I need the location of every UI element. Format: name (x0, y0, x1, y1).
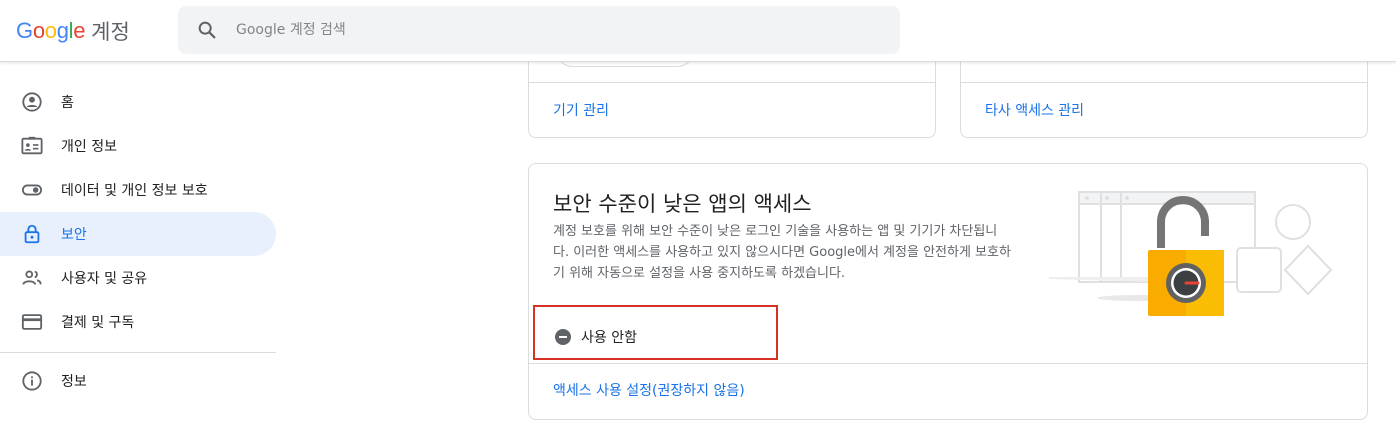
lock-icon (24, 224, 40, 244)
manage-devices-link[interactable]: 기기 관리 (553, 100, 609, 120)
minus-circle-icon (555, 329, 571, 345)
sidebar-nav: 홈 개인 정보 데이터 및 개인 정보 보호 보안 사용자 및 공유 결제 및 … (0, 80, 276, 403)
info-icon (22, 371, 42, 391)
open-padlock-illustration (1049, 191, 1333, 316)
people-icon (22, 270, 42, 285)
card-divider (529, 363, 1367, 364)
status-text: 사용 안함 (581, 330, 637, 346)
manage-third-party-access-link[interactable]: 타사 액세스 관리 (985, 100, 1084, 120)
google-wordmark: Google (16, 18, 86, 43)
less-secure-apps-card: 보안 수준이 낮은 앱의 액세스 계정 보호를 위해 보안 수준이 낮은 로그인… (528, 163, 1368, 420)
sidebar-item-people-sharing[interactable]: 사용자 및 공유 (0, 256, 276, 300)
sidebar-item-label: 보안 (61, 227, 87, 243)
sidebar-item-data-privacy[interactable]: 데이터 및 개인 정보 보호 (0, 168, 276, 212)
search-input[interactable] (236, 6, 876, 54)
top-bar: Google 계정 (0, 0, 1396, 62)
search-icon[interactable] (196, 19, 218, 41)
sidebar-item-about[interactable]: 정보 (0, 359, 276, 403)
toggle-icon (21, 184, 43, 196)
google-account-logo[interactable]: Google 계정 (16, 14, 130, 48)
sidebar-item-label: 사용자 및 공유 (61, 271, 148, 287)
access-status: 사용 안함 (555, 327, 637, 347)
sidebar-item-label: 홈 (61, 95, 74, 111)
card-description: 계정 보호를 위해 보안 수준이 낮은 로그인 기술을 사용하는 앱 및 기기가… (553, 224, 1011, 281)
sidebar-item-label: 데이터 및 개인 정보 보호 (61, 183, 208, 199)
sidebar-divider (0, 352, 276, 353)
card-divider (529, 82, 935, 83)
sidebar-item-label: 결제 및 구독 (61, 315, 135, 331)
sidebar-item-personal-info[interactable]: 개인 정보 (0, 124, 276, 168)
account-label: 계정 (91, 20, 130, 44)
credit-card-icon (21, 314, 43, 330)
sidebar-item-label: 정보 (61, 374, 87, 390)
card-title: 보안 수준이 낮은 앱의 액세스 (553, 192, 812, 216)
sidebar-item-security[interactable]: 보안 (0, 212, 276, 256)
account-circle-icon (22, 92, 42, 112)
sidebar-item-label: 개인 정보 (61, 139, 117, 155)
search-bar[interactable] (178, 6, 900, 54)
enable-access-link[interactable]: 액세스 사용 설정(권장하지 않음) (553, 380, 745, 400)
id-card-icon (21, 136, 43, 155)
sidebar-item-home[interactable]: 홈 (0, 80, 276, 124)
sidebar-item-payments[interactable]: 결제 및 구독 (0, 300, 276, 344)
card-divider (961, 82, 1367, 83)
